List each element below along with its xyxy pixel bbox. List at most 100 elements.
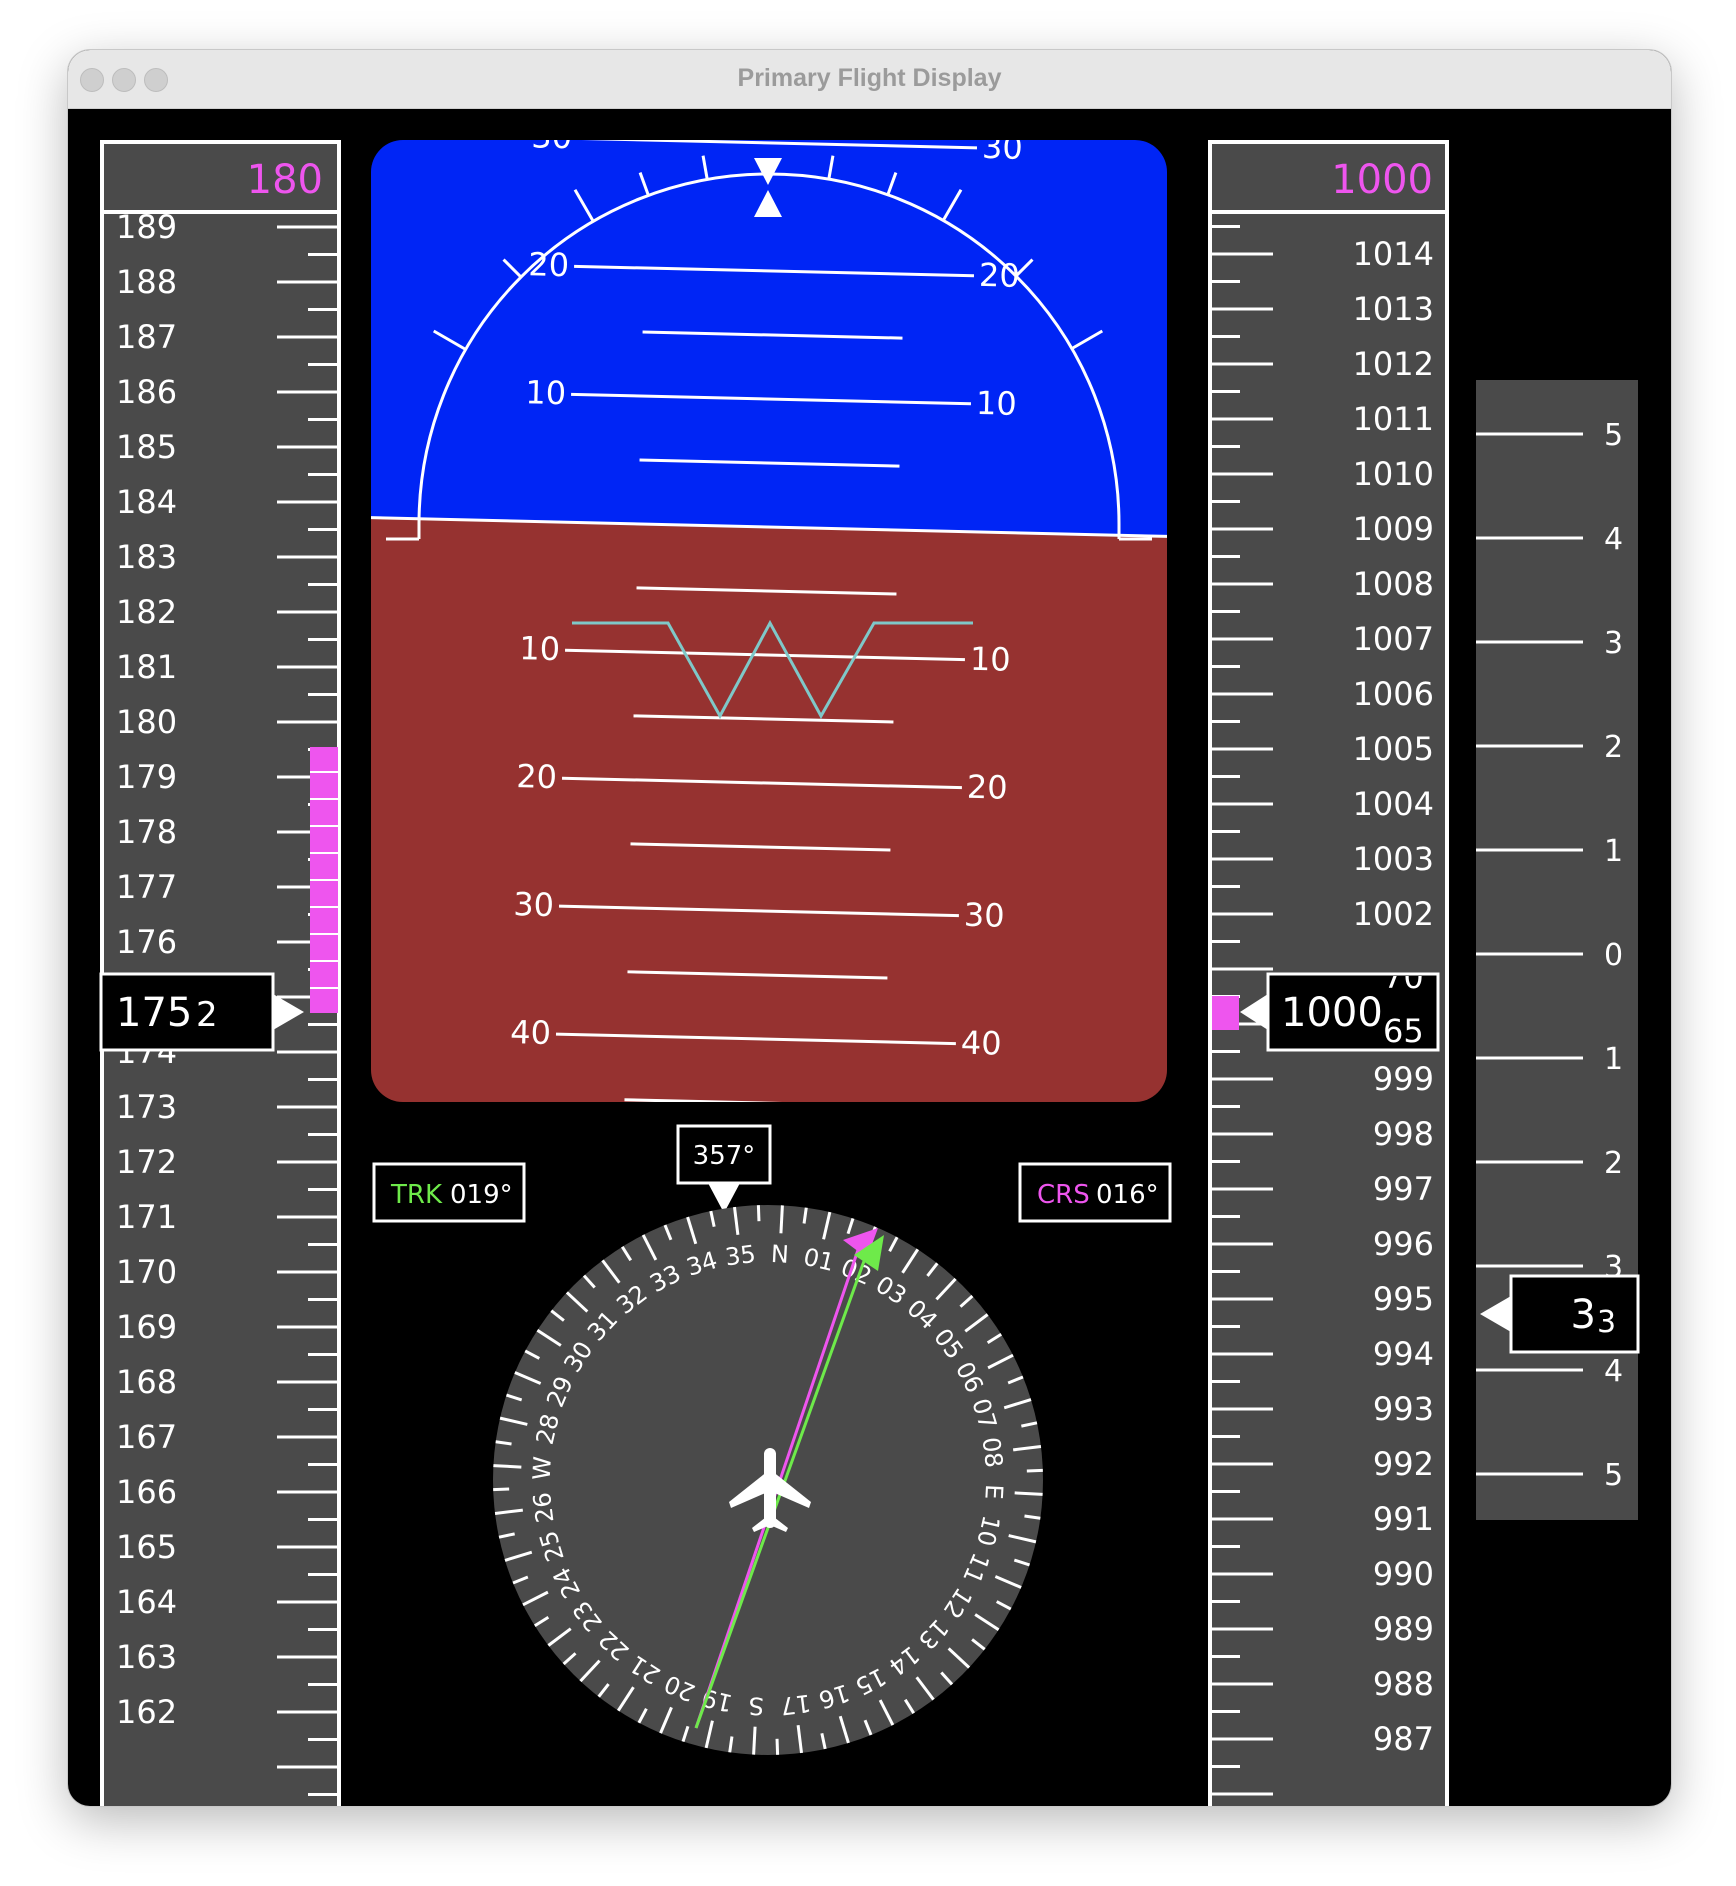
compass-label-35: 35 <box>724 1240 758 1272</box>
vs-label-up-5: 5 <box>1604 418 1623 453</box>
speed-label-176: 176 <box>116 923 177 961</box>
altitude-label-994: 994 <box>1373 1335 1434 1373</box>
compass-label-W: W <box>528 1456 557 1481</box>
vs-readout-sub: 3 <box>1597 1305 1616 1340</box>
pitch-label-down-40-right: 40 <box>960 1024 1002 1063</box>
speed-label-166: 166 <box>116 1473 177 1511</box>
speed-label-170: 170 <box>116 1253 177 1291</box>
course-value: 016° <box>1096 1180 1159 1210</box>
speed-label-179: 179 <box>116 758 177 796</box>
speed-label-181: 181 <box>116 648 177 686</box>
speed-label-180: 180 <box>116 703 177 741</box>
altitude-label-1008: 1008 <box>1353 565 1434 603</box>
speed-readout-main: 175 <box>116 990 192 1036</box>
speed-label-162: 162 <box>116 1693 177 1731</box>
speed-label-187: 187 <box>116 318 177 356</box>
vs-label-down-5: 5 <box>1604 1458 1623 1493</box>
altitude-tape: 1000 1014 1013 1012 1011 1010 1009 1008 1007 100… <box>1208 140 1449 1806</box>
altitude-label-1004: 1004 <box>1353 785 1434 823</box>
altitude-label-998: 998 <box>1373 1115 1434 1153</box>
altitude-label-999: 999 <box>1373 1060 1434 1098</box>
pitch-label-up-30-right: 30 <box>982 128 1024 167</box>
speed-label-185: 185 <box>116 428 177 466</box>
altitude-label-987: 987 <box>1373 1720 1434 1758</box>
pitch-label-down-20-left: 20 <box>516 757 558 796</box>
vs-label-up-2: 2 <box>1604 730 1623 765</box>
altitude-bug <box>1212 996 1239 1030</box>
compass-tick <box>779 1205 784 1234</box>
course-label: CRS <box>1037 1180 1090 1210</box>
vs-label-up-4: 4 <box>1604 522 1623 557</box>
vs-label-up-1: 1 <box>1604 834 1623 869</box>
altitude-label-1009: 1009 <box>1353 510 1434 548</box>
compass-tick <box>752 1726 757 1755</box>
altitude-label-1006: 1006 <box>1353 675 1434 713</box>
altitude-label-997: 997 <box>1373 1170 1434 1208</box>
speed-label-164: 164 <box>116 1583 177 1621</box>
altitude-label-1014: 1014 <box>1353 235 1434 273</box>
pitch-label-up-10-left: 10 <box>525 373 567 412</box>
vs-label-down-4: 4 <box>1604 1354 1623 1389</box>
pitch-label-down-40-left: 40 <box>510 1013 552 1052</box>
speed-label-186: 186 <box>116 373 177 411</box>
speed-readout-roll: 2 <box>196 995 218 1035</box>
speed-label-188: 188 <box>116 263 177 301</box>
compass-label-26: 26 <box>528 1491 560 1525</box>
compass-label-17: 17 <box>779 1689 813 1721</box>
speed-label-169: 169 <box>116 1308 177 1346</box>
speed-label-173: 173 <box>116 1088 177 1126</box>
altitude-label-995: 995 <box>1373 1280 1434 1318</box>
compass-label-S: S <box>748 1691 765 1720</box>
speed-label-163: 163 <box>116 1638 177 1676</box>
compass-tick <box>1026 1468 1043 1473</box>
altitude-roller-bottom: 65 <box>1383 1012 1424 1050</box>
pitch-label-up-30-left: 30 <box>531 117 573 156</box>
altitude-label-989: 989 <box>1373 1610 1434 1648</box>
altitude-readout-main: 1000 <box>1281 990 1383 1036</box>
compass-tick <box>1014 1491 1043 1496</box>
vs-label-down-2: 2 <box>1604 1146 1623 1181</box>
altitude-label-1002: 1002 <box>1353 895 1434 933</box>
vs-label-zero: 0 <box>1604 938 1623 973</box>
altitude-label-1011: 1011 <box>1353 400 1434 438</box>
compass-label-E: E <box>979 1484 1008 1501</box>
pfd-display: 10 10 20 20 30 30 10 10 20 20 30 30 40 4… <box>99 117 1640 1806</box>
vs-readout-main: 3 <box>1571 1292 1596 1338</box>
altitude-label-996: 996 <box>1373 1225 1434 1263</box>
compass-tick <box>756 1205 761 1222</box>
vs-label-up-3: 3 <box>1604 626 1623 661</box>
speed-label-171: 171 <box>116 1198 177 1236</box>
speed-label-183: 183 <box>116 538 177 576</box>
pitch-label-down-20-right: 20 <box>966 768 1008 807</box>
altitude-label-991: 991 <box>1373 1500 1434 1538</box>
speed-label-177: 177 <box>116 868 177 906</box>
altitude-label-990: 990 <box>1373 1555 1434 1593</box>
pitch-label-up-10-right: 10 <box>976 384 1018 423</box>
track-value: 019° <box>450 1180 513 1210</box>
compass-tick <box>493 1464 522 1469</box>
altitude-label-992: 992 <box>1373 1445 1434 1483</box>
speed-label-178: 178 <box>116 813 177 851</box>
compass-label-08: 08 <box>977 1436 1009 1470</box>
speed-label-165: 165 <box>116 1528 177 1566</box>
altitude-label-1013: 1013 <box>1353 290 1434 328</box>
speed-label-168: 168 <box>116 1363 177 1401</box>
speed-label-172: 172 <box>116 1143 177 1181</box>
selected-speed: 180 <box>247 157 323 203</box>
selected-altitude: 1000 <box>1331 157 1433 203</box>
pitch-label-down-30-right: 30 <box>963 896 1005 935</box>
altitude-label-1003: 1003 <box>1353 840 1434 878</box>
airspeed-tape: 180 189 188 187 186 185 184 183 182 181 180 179 178… <box>99 140 341 1806</box>
altitude-label-1010: 1010 <box>1353 455 1434 493</box>
altitude-label-993: 993 <box>1373 1390 1434 1428</box>
altitude-label-1005: 1005 <box>1353 730 1434 768</box>
speed-label-189: 189 <box>116 208 177 246</box>
speed-label-167: 167 <box>116 1418 177 1456</box>
vs-label-down-1: 1 <box>1604 1042 1623 1077</box>
altitude-label-1007: 1007 <box>1353 620 1434 658</box>
pitch-label-down-10-left: 10 <box>519 629 561 668</box>
pitch-label-down-10-right: 10 <box>970 640 1012 679</box>
heading-readout: 357° <box>693 1141 756 1171</box>
altitude-label-988: 988 <box>1373 1665 1434 1703</box>
vertical-speed-indicator: 54321012345 3 3 <box>1476 380 1640 1520</box>
